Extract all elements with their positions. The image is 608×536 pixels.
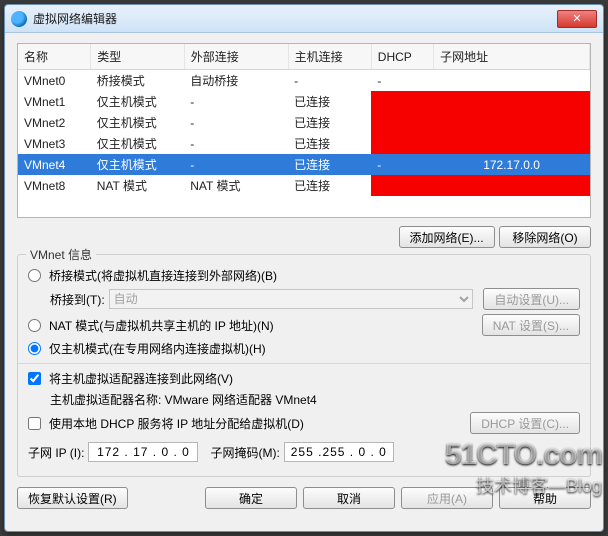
window-title: 虚拟网络编辑器: [33, 10, 557, 27]
subnet-mask-input[interactable]: [284, 442, 394, 462]
titlebar[interactable]: 虚拟网络编辑器 ✕: [5, 5, 603, 33]
col-header[interactable]: 名称: [18, 44, 91, 70]
apply-button[interactable]: 应用(A): [401, 487, 493, 509]
vmnet-info-group: VMnet 信息 桥接模式(将虚拟机直接连接到外部网络)(B) 桥接到(T): …: [17, 254, 591, 477]
bridge-to-label: 桥接到(T):: [50, 291, 105, 308]
adapter-name-label: 主机虚拟适配器名称: VMware 网络适配器 VMnet4: [50, 391, 317, 408]
subnet-ip-input[interactable]: [88, 442, 198, 462]
content-area: 名称类型外部连接主机连接DHCP子网地址 VMnet0桥接模式自动桥接--VMn…: [5, 33, 603, 519]
table-row[interactable]: VMnet4仅主机模式-已连接-172.17.0.0: [18, 154, 590, 175]
table-row[interactable]: VMnet1仅主机模式-已连接: [18, 91, 590, 112]
bridge-to-combo[interactable]: 自动: [109, 289, 474, 309]
chk-dhcp[interactable]: [28, 417, 41, 430]
nat-settings-button[interactable]: NAT 设置(S)...: [482, 314, 580, 336]
app-icon: [11, 11, 27, 27]
radio-bridge-label: 桥接模式(将虚拟机直接连接到外部网络)(B): [49, 267, 277, 284]
col-header[interactable]: 子网地址: [434, 44, 590, 70]
table-row[interactable]: VMnet2仅主机模式-已连接: [18, 112, 590, 133]
chk-connect-label: 将主机虚拟适配器连接到此网络(V): [49, 370, 233, 387]
remove-network-button[interactable]: 移除网络(O): [499, 226, 591, 248]
help-button[interactable]: 帮助: [499, 487, 591, 509]
cancel-button[interactable]: 取消: [303, 487, 395, 509]
col-header[interactable]: 类型: [91, 44, 185, 70]
col-header[interactable]: 外部连接: [184, 44, 288, 70]
dhcp-settings-button[interactable]: DHCP 设置(C)...: [470, 412, 580, 434]
subnet-ip-label: 子网 IP (I):: [28, 444, 84, 461]
col-header[interactable]: 主机连接: [288, 44, 371, 70]
network-table[interactable]: 名称类型外部连接主机连接DHCP子网地址 VMnet0桥接模式自动桥接--VMn…: [17, 43, 591, 218]
table-row[interactable]: VMnet8NAT 模式NAT 模式已连接: [18, 175, 590, 196]
col-header[interactable]: DHCP: [371, 44, 433, 70]
restore-defaults-button[interactable]: 恢复默认设置(R): [17, 487, 128, 509]
close-button[interactable]: ✕: [557, 10, 597, 28]
radio-bridge[interactable]: [28, 269, 41, 282]
radio-hostonly-label: 仅主机模式(在专用网络内连接虚拟机)(H): [49, 340, 266, 357]
ok-button[interactable]: 确定: [205, 487, 297, 509]
group-title: VMnet 信息: [26, 246, 96, 263]
add-network-button[interactable]: 添加网络(E)...: [399, 226, 495, 248]
subnet-mask-label: 子网掩码(M):: [210, 444, 279, 461]
radio-nat[interactable]: [28, 319, 41, 332]
chk-connect-adapter[interactable]: [28, 372, 41, 385]
table-row[interactable]: VMnet3仅主机模式-已连接: [18, 133, 590, 154]
chk-dhcp-label: 使用本地 DHCP 服务将 IP 地址分配给虚拟机(D): [49, 415, 460, 432]
radio-hostonly[interactable]: [28, 342, 41, 355]
radio-nat-label: NAT 模式(与虚拟机共享主机的 IP 地址)(N): [49, 317, 472, 334]
auto-settings-button[interactable]: 自动设置(U)...: [483, 288, 580, 310]
virtual-network-editor-window: 虚拟网络编辑器 ✕ 名称类型外部连接主机连接DHCP子网地址 VMnet0桥接模…: [4, 4, 604, 532]
table-row[interactable]: VMnet0桥接模式自动桥接--: [18, 70, 590, 92]
